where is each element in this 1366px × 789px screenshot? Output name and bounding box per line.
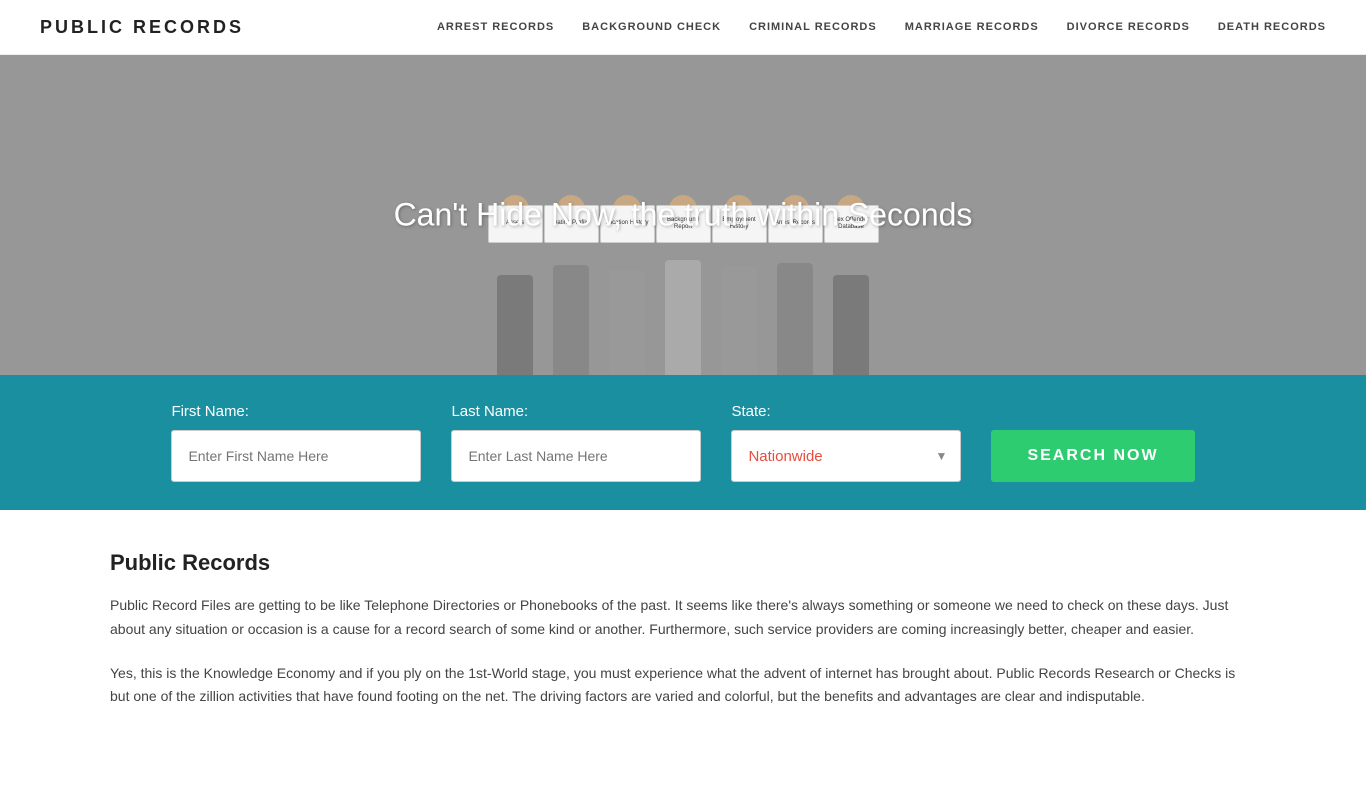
person-body-4	[665, 260, 701, 375]
site-logo: PUBLIC RECORDS	[40, 17, 244, 38]
person-body-3	[609, 270, 645, 375]
state-label: State:	[731, 403, 770, 420]
first-name-input[interactable]	[171, 430, 421, 482]
content-section: Public Records Public Record Files are g…	[0, 510, 1366, 789]
nav-marriage-records[interactable]: MARRIAGE RECORDS	[905, 21, 1039, 33]
nav-background-check[interactable]: BACKGROUND CHECK	[582, 21, 721, 33]
nav-divorce-records[interactable]: DIVORCE RECORDS	[1067, 21, 1190, 33]
search-section: First Name: Last Name: State: Nationwide…	[0, 375, 1366, 510]
hero-section: Assets Dating Profile Location History B…	[0, 55, 1366, 375]
state-select[interactable]: Nationwide Alabama Alaska Arizona Arkans…	[731, 430, 961, 482]
person-body-6	[777, 263, 813, 375]
person-body-1	[497, 275, 533, 375]
main-nav: ARREST RECORDS BACKGROUND CHECK CRIMINAL…	[437, 21, 1326, 33]
hero-people: Assets Dating Profile Location History B…	[333, 135, 1033, 375]
last-name-input[interactable]	[451, 430, 701, 482]
header: PUBLIC RECORDS ARREST RECORDS BACKGROUND…	[0, 0, 1366, 55]
content-heading: Public Records	[110, 550, 1256, 576]
first-name-field: First Name:	[171, 403, 421, 482]
nav-criminal-records[interactable]: CRIMINAL RECORDS	[749, 21, 877, 33]
hero-title: Can't Hide Now, the truth within Seconds	[394, 197, 973, 234]
last-name-label: Last Name:	[451, 403, 528, 420]
person-body-5	[721, 267, 757, 375]
search-button[interactable]: SEARCH NOW	[991, 430, 1194, 482]
state-field: State: Nationwide Alabama Alaska Arizona…	[731, 403, 961, 482]
state-select-wrapper: Nationwide Alabama Alaska Arizona Arkans…	[731, 430, 961, 482]
nav-death-records[interactable]: DEATH RECORDS	[1218, 21, 1326, 33]
nav-arrest-records[interactable]: ARREST RECORDS	[437, 21, 554, 33]
content-paragraph-2: Yes, this is the Knowledge Economy and i…	[110, 662, 1256, 710]
content-paragraph-1: Public Record Files are getting to be li…	[110, 594, 1256, 642]
last-name-field: Last Name:	[451, 403, 701, 482]
person-body-2	[553, 265, 589, 375]
first-name-label: First Name:	[171, 403, 249, 420]
person-body-7	[833, 275, 869, 375]
